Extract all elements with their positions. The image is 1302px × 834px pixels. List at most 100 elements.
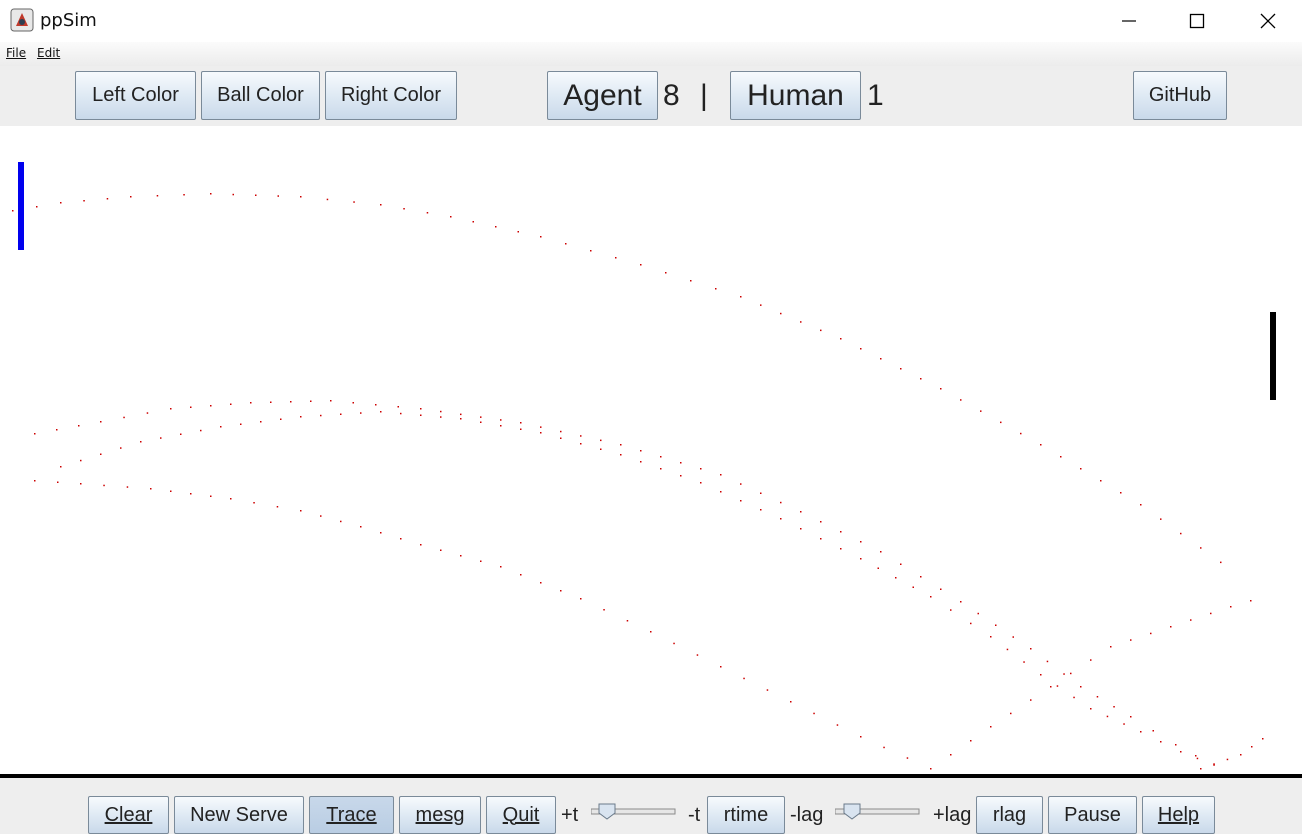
trace-dot <box>560 437 562 439</box>
trace-dot <box>1130 639 1132 641</box>
trace-dot <box>560 590 562 592</box>
trace-dot <box>156 195 159 197</box>
quit-button[interactable]: Quit <box>486 796 556 834</box>
time-slider[interactable] <box>591 803 677 821</box>
trace-dot <box>1040 444 1042 446</box>
trace-dot <box>1050 686 1052 688</box>
minus-lag-label: -lag <box>790 804 824 826</box>
trace-dot <box>740 500 742 502</box>
trace-dot <box>12 210 14 212</box>
trace-dot <box>1123 723 1125 725</box>
trace-dot <box>183 194 185 196</box>
pause-button[interactable]: Pause <box>1048 796 1137 834</box>
trace-dot <box>766 689 769 691</box>
trace-dot <box>340 413 342 415</box>
trace-dot <box>1023 661 1025 663</box>
play-field <box>0 126 1302 774</box>
trace-dot <box>210 405 212 407</box>
trace-dot <box>100 421 102 423</box>
trace-dot <box>1210 612 1212 615</box>
trace-dot <box>900 368 902 370</box>
trace-dot <box>1070 672 1072 675</box>
trace-dot <box>1180 751 1182 753</box>
trace-dot <box>880 551 882 553</box>
trace-dot <box>940 588 942 590</box>
trace-dot <box>1160 741 1162 743</box>
trace-dot <box>320 414 322 417</box>
trace-dot <box>126 486 129 488</box>
trace-dot <box>1251 746 1253 748</box>
trace-dot <box>1073 696 1075 699</box>
trace-dot <box>800 528 802 530</box>
menu-file[interactable]: File <box>6 46 26 60</box>
trace-dot <box>1010 712 1012 715</box>
plus-lag-label: +lag <box>933 804 972 826</box>
trace-dot <box>353 201 355 203</box>
clear-button[interactable]: Clear <box>88 796 169 834</box>
time-slider-thumb[interactable] <box>598 803 616 820</box>
title-bar: ppSim <box>0 0 1302 42</box>
trace-dot <box>380 411 382 413</box>
human-score: 1 <box>867 79 884 112</box>
trace-dot <box>660 456 662 458</box>
close-button[interactable] <box>1234 0 1302 42</box>
trace-dot <box>950 754 952 756</box>
menu-edit[interactable]: Edit <box>37 46 60 60</box>
trace-dot <box>720 474 722 476</box>
trace-dot <box>460 418 462 420</box>
new-serve-button[interactable]: New Serve <box>174 796 304 834</box>
trace-dot <box>840 338 842 340</box>
trace-dot <box>1230 606 1232 608</box>
trace-dot <box>397 406 399 408</box>
trace-dot <box>300 196 302 198</box>
trace-dot <box>680 462 682 464</box>
trace-dot <box>517 231 519 233</box>
trace-dot <box>120 447 122 449</box>
trace-dot <box>1175 744 1177 746</box>
trace-dot <box>320 515 322 517</box>
trace-dot <box>970 740 972 742</box>
right-color-button[interactable]: Right Color <box>325 71 457 120</box>
trace-dot <box>190 493 192 495</box>
trace-dot <box>56 429 58 431</box>
trace-dot <box>540 432 542 434</box>
human-button[interactable]: Human <box>730 71 861 120</box>
trace-dot <box>880 358 882 360</box>
trace-dot <box>400 538 402 540</box>
github-button[interactable]: GitHub <box>1133 71 1227 120</box>
trace-dot <box>253 502 255 504</box>
trace-dot <box>950 609 952 611</box>
trace-dot <box>1080 468 1082 470</box>
trace-dot <box>1140 731 1142 733</box>
trace-toggle[interactable]: Trace <box>309 796 394 834</box>
left-color-button[interactable]: Left Color <box>75 71 196 120</box>
trace-dot <box>990 726 992 728</box>
trace-dot <box>1180 532 1182 535</box>
ball-color-button[interactable]: Ball Color <box>201 71 320 120</box>
trace-dot <box>500 419 502 421</box>
rlag-button[interactable]: rlag <box>976 796 1043 834</box>
lag-slider[interactable] <box>835 803 921 821</box>
trace-dot <box>1030 699 1032 701</box>
mesg-button[interactable]: mesg <box>399 796 481 834</box>
trace-dot <box>960 399 962 401</box>
top-toolbar: Left Color Ball Color Right Color Agent … <box>0 66 1302 126</box>
trace-dot <box>780 312 782 315</box>
lag-slider-thumb[interactable] <box>843 803 861 820</box>
trace-dot <box>80 483 82 485</box>
trace-dot <box>977 612 979 615</box>
trace-dot <box>640 450 642 452</box>
agent-button[interactable]: Agent <box>547 71 658 120</box>
help-button[interactable]: Help <box>1142 796 1215 834</box>
trace-dot <box>720 666 722 668</box>
close-icon <box>1260 13 1276 29</box>
rtime-button[interactable]: rtime <box>707 796 785 834</box>
trace-dot <box>1140 504 1142 506</box>
trace-dot <box>580 435 582 437</box>
trace-dot <box>760 492 762 494</box>
maximize-button[interactable] <box>1163 0 1231 42</box>
minimize-button[interactable] <box>1095 0 1163 42</box>
trace-dot <box>615 257 617 259</box>
trace-dot <box>760 509 762 511</box>
trace-dot <box>860 736 862 738</box>
